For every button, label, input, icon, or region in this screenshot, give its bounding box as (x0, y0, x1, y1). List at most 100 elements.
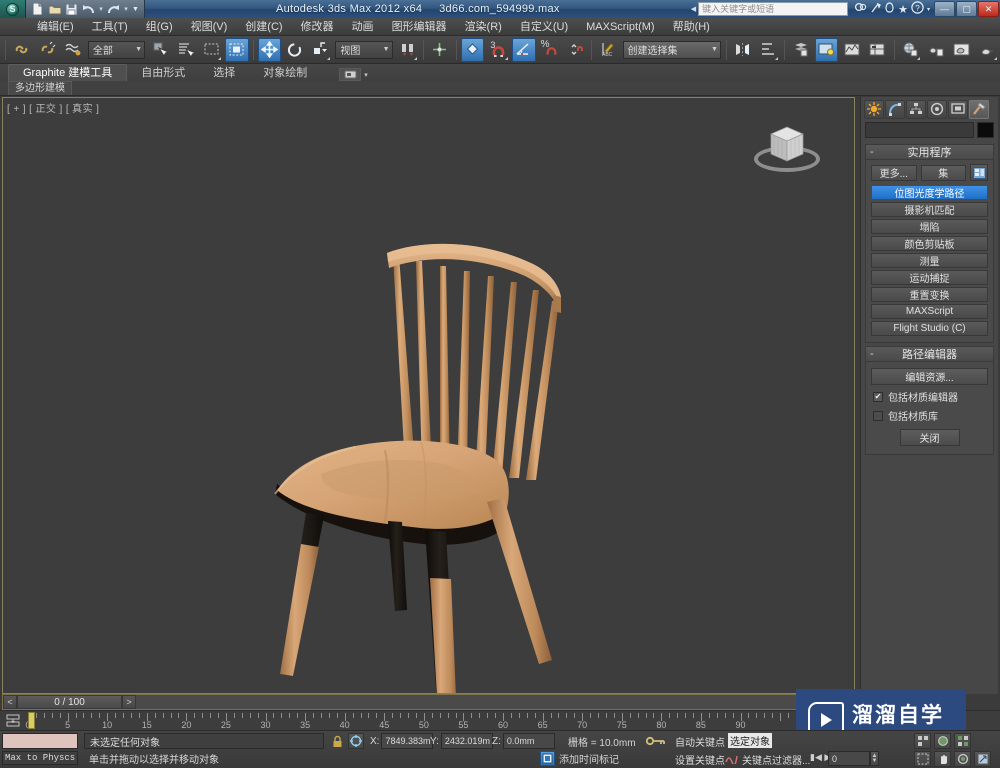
help-icon[interactable]: ? (911, 1, 924, 17)
undo-icon[interactable] (81, 2, 96, 17)
utility-item-flight-studio[interactable]: Flight Studio (C) (871, 321, 988, 336)
select-by-name-icon[interactable] (174, 38, 198, 62)
edit-named-selection-icon[interactable]: ABC (596, 38, 620, 62)
include-material-library-row[interactable]: 包括材质库 (873, 408, 988, 423)
key-filters-button[interactable]: 关键点过滤器... (742, 752, 810, 767)
zoom-extents-icon[interactable] (954, 733, 971, 749)
ribbon-display-dropdown-icon[interactable] (339, 68, 362, 81)
auto-key-button[interactable]: 自动关键点 (675, 734, 725, 749)
utility-item-color-clipboard[interactable]: 颜色剪贴板 (871, 236, 988, 251)
schematic-view-icon[interactable] (840, 38, 864, 62)
utility-item-bitmap-photometric-path[interactable]: 位图光度学路径 (871, 185, 988, 200)
search-caret-icon[interactable]: ◀ (691, 5, 696, 13)
menu-item-maxscript[interactable]: MAXScript(M) (577, 18, 663, 36)
current-frame-spinner[interactable]: 0 ▲ ▼ (828, 751, 879, 766)
edit-resources-button[interactable]: 编辑资源... (871, 368, 988, 385)
ribbon-tab-object-paint[interactable]: 对象绘制 (249, 66, 321, 81)
menu-item-modifiers[interactable]: 修改器 (292, 18, 343, 36)
zoom-all-icon[interactable] (934, 733, 951, 749)
select-and-move-icon[interactable] (257, 37, 282, 62)
viewport-orthographic[interactable]: [ + ] [ 正交 ] [ 真实 ] (2, 97, 855, 694)
selection-filter-combo[interactable]: 全部 ▼ (87, 40, 146, 59)
render-setup-icon[interactable] (899, 38, 923, 62)
configure-button-sets-icon[interactable] (970, 164, 988, 181)
named-selection-sets-combo[interactable]: 创建选择集 ▼ (622, 40, 721, 59)
favorite-icon[interactable]: ★ (898, 3, 908, 16)
snaps-toggle-icon[interactable] (460, 37, 485, 62)
max-to-physx-swatch[interactable] (2, 733, 78, 749)
time-slider[interactable]: < 0 / 100 > (2, 694, 855, 710)
pan-view-icon[interactable] (934, 751, 951, 767)
object-name-field[interactable] (865, 122, 974, 138)
path-editor-rollout-header[interactable]: - 路径编辑器 (866, 347, 993, 362)
motion-tab[interactable] (927, 99, 947, 119)
rectangular-selection-region-icon[interactable] (199, 38, 223, 62)
menu-item-animation[interactable]: 动画 (343, 18, 383, 36)
max-to-physx-label[interactable]: Max to Physcs ( (2, 751, 78, 765)
ribbon-tab-freeform[interactable]: 自由形式 (127, 66, 199, 81)
use-pivot-center-icon[interactable] (396, 38, 420, 62)
time-slider-handle[interactable]: 0 / 100 (17, 695, 122, 709)
search-input[interactable]: 键入关键字或短语 (698, 2, 849, 16)
application-menu-button[interactable]: S (0, 0, 26, 18)
mirror-icon[interactable] (731, 38, 755, 62)
close-path-editor-button[interactable]: 关闭 (899, 429, 960, 446)
close-button[interactable]: ✕ (978, 1, 999, 17)
align-icon[interactable] (757, 38, 781, 62)
menu-item-help[interactable]: 帮助(H) (664, 18, 719, 36)
undo-dropdown-icon[interactable]: ▾ (98, 2, 104, 17)
menu-item-customize[interactable]: 自定义(U) (511, 18, 577, 36)
spinner-snap-toggle-icon[interactable] (563, 38, 587, 62)
minimize-button[interactable]: — (934, 1, 955, 17)
menu-item-tools[interactable]: 工具(T) (83, 18, 137, 36)
selection-lock-icon[interactable] (330, 734, 344, 748)
bind-to-space-warp-icon[interactable] (61, 38, 85, 62)
ribbon-subtab-polygon-modeling[interactable]: 多边形建模 (8, 81, 72, 95)
layer-manager-icon[interactable] (789, 38, 813, 62)
utility-item-collapse[interactable]: 塌陷 (871, 219, 988, 234)
orbit-icon[interactable] (954, 751, 971, 767)
utility-item-maxscript[interactable]: MAXScript (871, 304, 988, 319)
coordinate-y-value[interactable]: 2432.019m (440, 733, 493, 749)
angle-snap-toggle-icon[interactable] (512, 37, 536, 62)
more-utilities-button[interactable]: 更多... (871, 164, 917, 181)
select-link-icon[interactable] (10, 38, 34, 62)
coordinate-z-value[interactable]: 0.0mm (502, 733, 555, 749)
curve-editor-icon[interactable] (814, 37, 839, 62)
coordinate-x-value[interactable]: 7849.383m (381, 733, 434, 749)
key-mode-toggle-icon[interactable] (645, 734, 667, 748)
render-iterative-icon[interactable] (976, 38, 1000, 62)
current-frame-value[interactable]: 0 (828, 751, 870, 766)
track-bar-current-frame[interactable] (28, 712, 35, 729)
maximize-viewport-icon[interactable] (974, 751, 991, 767)
help-dropdown-icon[interactable]: ▾ (927, 6, 930, 13)
sets-button[interactable]: 集 (920, 164, 966, 181)
open-file-icon[interactable] (47, 2, 62, 17)
redo-icon[interactable] (106, 2, 121, 17)
menu-item-edit[interactable]: 编辑(E) (28, 18, 83, 36)
percent-snap-toggle-icon[interactable]: % (538, 38, 562, 62)
coordinate-z[interactable]: Z: 0.0mm (492, 733, 555, 749)
save-file-icon[interactable] (64, 2, 79, 17)
select-object-icon[interactable] (148, 38, 172, 62)
maximize-button[interactable]: ▢ (956, 1, 977, 17)
modify-tab[interactable] (885, 99, 905, 119)
include-material-editor-checkbox[interactable]: ✔ (873, 391, 883, 402)
menu-item-graph-editors[interactable]: 图形编辑器 (383, 18, 456, 36)
chair-model[interactable] (3, 98, 855, 694)
render-production-icon[interactable] (950, 38, 974, 62)
create-tab[interactable] (864, 99, 884, 119)
material-editor-icon[interactable] (866, 38, 890, 62)
previous-frame-button[interactable]: < (3, 695, 17, 709)
coordinate-y[interactable]: Y: 2432.019m (430, 733, 493, 749)
ribbon-tab-graphite-modeling-tools[interactable]: Graphite 建模工具 (8, 64, 128, 81)
default-in-out-tangents-icon[interactable] (724, 752, 738, 765)
collapse-icon[interactable]: - (870, 146, 874, 158)
hierarchy-tab[interactable] (906, 99, 926, 119)
include-material-library-checkbox[interactable] (873, 410, 883, 421)
include-material-editor-row[interactable]: ✔ 包括材质编辑器 (873, 389, 988, 404)
communication-center-icon[interactable] (870, 2, 881, 17)
display-tab[interactable] (948, 99, 968, 119)
utilities-tab[interactable] (969, 99, 989, 119)
utility-item-motion-capture[interactable]: 运动捕捉 (871, 270, 988, 285)
